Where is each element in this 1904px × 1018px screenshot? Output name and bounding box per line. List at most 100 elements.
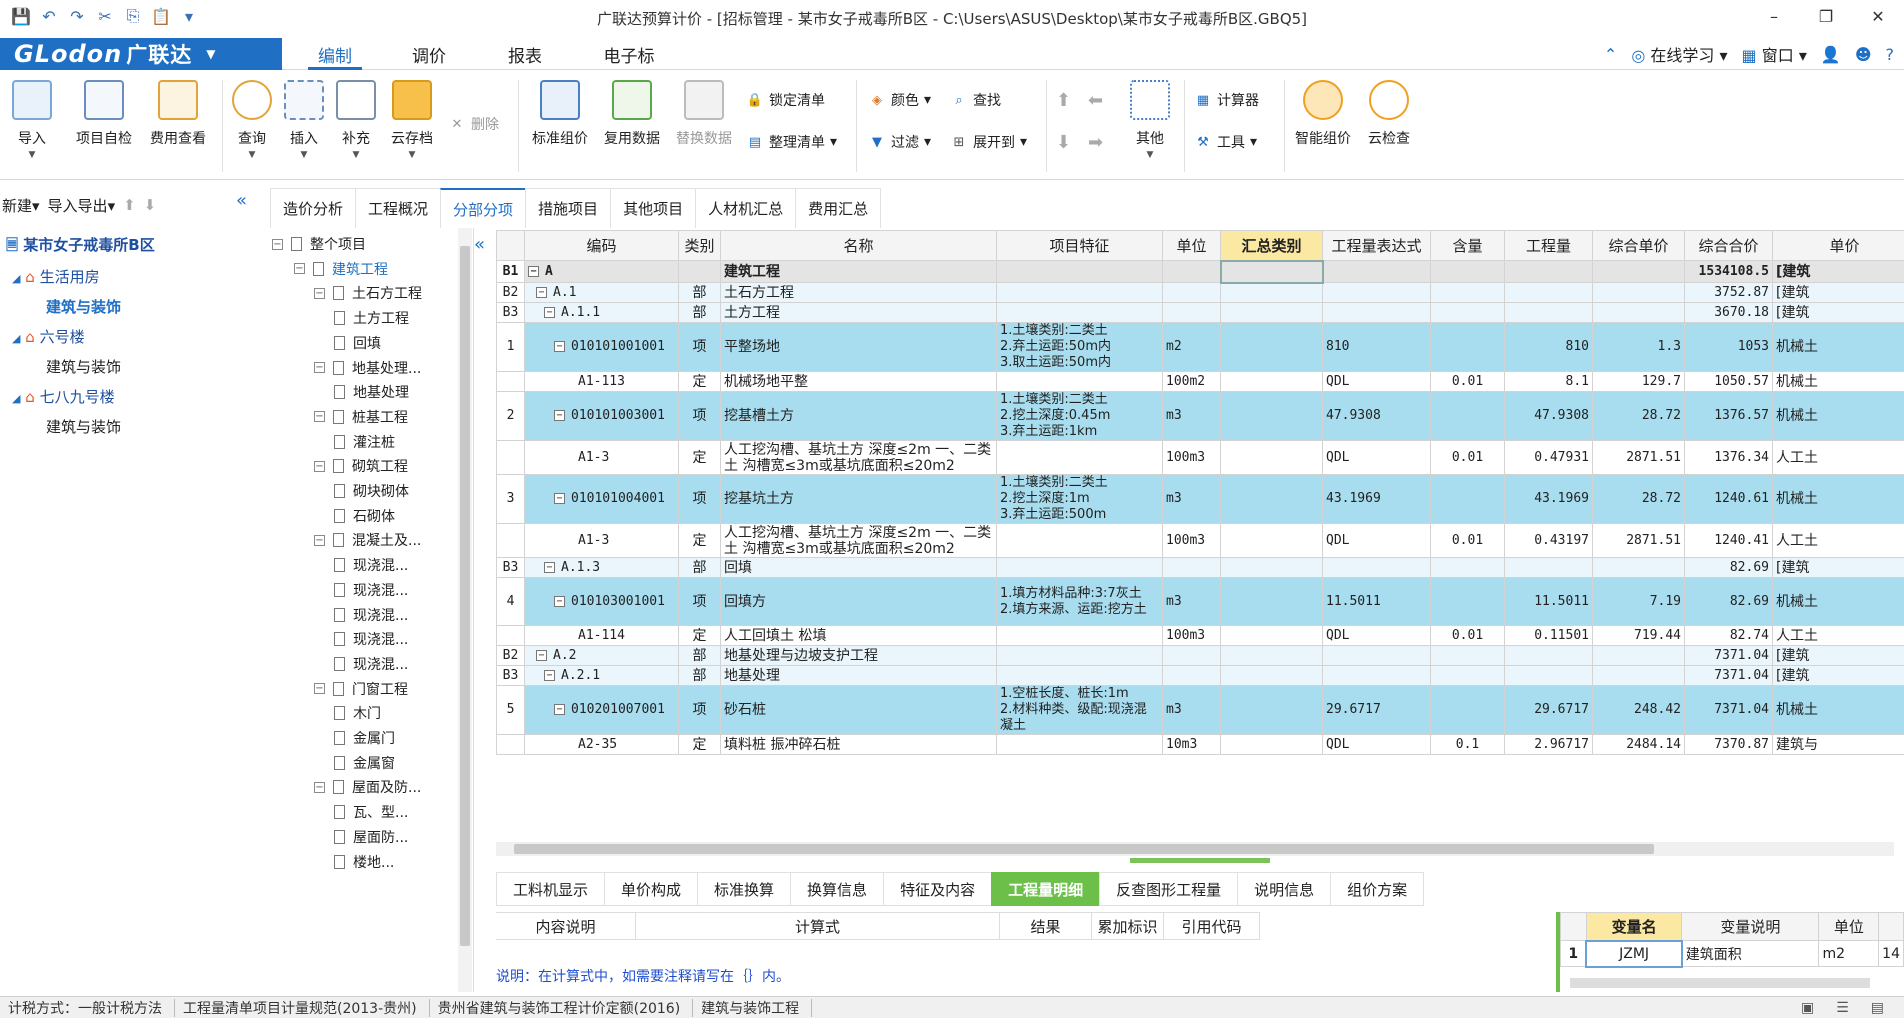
collapse-toggle-icon[interactable]: − (314, 287, 325, 299)
col-header-formula[interactable]: 计算式 (636, 913, 1000, 939)
variable-row[interactable]: 1 JZMJ 建筑面积 m2 14 (1560, 939, 1904, 968)
cell-content[interactable] (1430, 282, 1505, 303)
grid-row[interactable]: B2− A.2 部地基处理与边坡支护工程 7371.04 [建筑 (496, 645, 1904, 666)
cell-unit[interactable]: m3 (1162, 474, 1221, 524)
cell-summary-category[interactable] (1220, 322, 1323, 372)
col-header-price-type[interactable]: 单价 (1772, 230, 1904, 261)
cell-price-type[interactable]: 人工土 (1772, 625, 1904, 646)
cell-row-no[interactable]: 2 (496, 391, 525, 441)
tab-pricing-scheme[interactable]: 组价方案 (1330, 872, 1425, 906)
cell-name[interactable]: 土石方工程 (720, 282, 997, 303)
cell-row-no[interactable]: B2 (496, 645, 525, 666)
col-header-quantity[interactable]: 工程量 (1504, 230, 1593, 261)
cell-unit-price[interactable]: 248.42 (1592, 685, 1685, 735)
tab-adjust-price[interactable]: 调价 (402, 42, 456, 70)
collapse-tree-icon[interactable]: « (474, 234, 485, 255)
section-tree-item[interactable]: − 建筑工程 (294, 259, 388, 279)
cell-total-price[interactable]: 3752.87 (1684, 282, 1773, 303)
collapse-toggle-icon[interactable]: − (536, 286, 547, 298)
cell-code[interactable]: −010101003001 (524, 391, 679, 441)
cell-content[interactable]: 0.01 (1430, 371, 1505, 392)
cell-features[interactable]: 1.空桩长度、桩长:1m 2.材料种类、级配:现浇混凝土 (996, 685, 1163, 735)
cell-total-price[interactable]: 1534108.5 (1684, 260, 1773, 283)
collapse-toggle-icon[interactable]: − (314, 362, 325, 373)
col-header-total-price[interactable]: 综合合价 (1684, 230, 1773, 261)
section-tree-item[interactable]: 现浇混... (334, 580, 408, 600)
lock-list-button[interactable]: 🔒 锁定清单 (746, 90, 825, 110)
cell-unit[interactable]: m3 (1162, 685, 1221, 735)
cell-unit[interactable] (1162, 260, 1221, 283)
cell-row-no[interactable]: B3 (496, 665, 525, 686)
cell-category[interactable]: 部 (678, 302, 721, 323)
section-tree-item[interactable]: − 地基处理... (314, 358, 421, 378)
tree-item-building-1[interactable]: ◢ ⌂ 生活用房 (12, 266, 100, 287)
cell-row-no[interactable] (496, 371, 525, 392)
window-split-icon[interactable]: ▤ (1871, 1000, 1884, 1016)
section-tree-item[interactable]: 砌块砌体 (334, 481, 409, 501)
cell-name[interactable]: 平整场地 (720, 322, 997, 372)
cell-quantity[interactable]: 0.11501 (1504, 625, 1593, 646)
cell-quantity-expression[interactable]: 29.6717 (1322, 685, 1431, 735)
cell-unit[interactable]: 100m2 (1162, 371, 1221, 392)
mascot-icon[interactable]: ☻ (1855, 45, 1872, 64)
cell-quantity-expression[interactable] (1322, 557, 1431, 578)
cell-features[interactable]: 1.填方材料品种:3:7灰土 2.填方来源、运距:挖方土 (996, 577, 1163, 626)
cell-code[interactable]: − A.1.3 (524, 557, 679, 578)
cell-content[interactable] (1430, 665, 1505, 686)
cell-name[interactable]: 挖基坑土方 (720, 474, 997, 524)
cell-category[interactable]: 项 (678, 577, 721, 626)
col-header-quantity-expression[interactable]: 工程量表达式 (1322, 230, 1431, 261)
collapse-toggle-icon[interactable]: − (554, 595, 565, 607)
cell-category[interactable]: 定 (678, 523, 721, 558)
cell-summary-category[interactable] (1220, 371, 1323, 392)
cell-total-price[interactable]: 82.69 (1684, 557, 1773, 578)
grid-row[interactable]: B1− A 建筑工程 1534108.5 [建筑 (496, 259, 1904, 284)
cell-name[interactable]: 人工挖沟槽、基坑土方 深度≤2m 一、二类土 沟槽宽≤3m或基坑底面积≤20m2 (720, 523, 997, 558)
tab-standard-conversion[interactable]: 标准换算 (697, 872, 792, 906)
cell-quantity-expression[interactable]: QDL (1322, 734, 1431, 755)
cell-code[interactable]: − A.2 (524, 645, 679, 666)
cell-price-type[interactable]: 机械土 (1772, 577, 1904, 626)
grid-row[interactable]: A2-35 定填料桩 振冲碎石桩 10m3 QDL 0.1 2.96717 2484.14 7… (496, 734, 1904, 755)
col-header-category[interactable]: 类别 (678, 230, 721, 261)
var-col-unit[interactable]: 单位 (1818, 912, 1880, 941)
cell-code[interactable]: A1-114 (524, 625, 679, 646)
col-header-accumulate-flag[interactable]: 累加标识 (1092, 913, 1164, 939)
cell-total-price[interactable]: 7371.04 (1684, 685, 1773, 735)
grid-row[interactable]: A1-3 定人工挖沟槽、基坑土方 深度≤2m 一、二类土 沟槽宽≤3m或基坑底面积… (496, 440, 1904, 475)
var-unit-cell[interactable]: m2 (1818, 940, 1880, 967)
cell-name[interactable]: 填料桩 振冲碎石桩 (720, 734, 997, 755)
cell-unit[interactable]: 100m3 (1162, 440, 1221, 475)
grid-row[interactable]: A1-3 定人工挖沟槽、基坑土方 深度≤2m 一、二类土 沟槽宽≤3m或基坑底面积… (496, 523, 1904, 558)
section-tree-item[interactable]: 木门 (334, 703, 381, 723)
tree-item-building-2[interactable]: ◢ ⌂ 六号楼 (12, 326, 85, 347)
col-header-content[interactable]: 含量 (1430, 230, 1505, 261)
col-header-reference-code[interactable]: 引用代码 (1164, 913, 1260, 939)
tree-item-unit-2[interactable]: 建筑与装饰 (46, 356, 121, 377)
cell-unit-price[interactable]: 2871.51 (1592, 523, 1685, 558)
cell-category[interactable]: 部 (678, 645, 721, 666)
tab-project-overview[interactable]: 工程概况 (355, 188, 442, 228)
cell-content[interactable] (1430, 260, 1505, 283)
collapse-left-icon[interactable]: « (236, 190, 247, 211)
tab-edit[interactable]: 编制 (308, 42, 362, 70)
cell-price-type[interactable]: 人工土 (1772, 440, 1904, 475)
self-check-button[interactable]: 项目自检 (74, 80, 134, 148)
move-right-icon[interactable]: ➡ (1088, 132, 1103, 153)
cell-code[interactable]: −010103001001 (524, 577, 679, 626)
cell-features[interactable] (996, 625, 1163, 646)
tab-reverse-graphic-quantity[interactable]: 反查图形工程量 (1099, 872, 1239, 906)
cell-summary-category[interactable] (1220, 523, 1323, 558)
cell-quantity[interactable] (1504, 260, 1593, 283)
reuse-data-button[interactable]: 复用数据 (602, 80, 662, 148)
cell-quantity-expression[interactable]: 43.1969 (1322, 474, 1431, 524)
cell-summary-category[interactable] (1220, 734, 1323, 755)
section-tree-scrollbar[interactable] (458, 228, 472, 992)
cell-total-price[interactable]: 82.69 (1684, 577, 1773, 626)
cell-quantity[interactable] (1504, 665, 1593, 686)
move-down-icon[interactable]: ⬇ (1056, 132, 1071, 153)
cell-category[interactable]: 部 (678, 282, 721, 303)
cell-quantity[interactable]: 8.1 (1504, 371, 1593, 392)
list-view-icon[interactable]: ☰ (1836, 1000, 1849, 1016)
cell-features[interactable] (996, 302, 1163, 323)
